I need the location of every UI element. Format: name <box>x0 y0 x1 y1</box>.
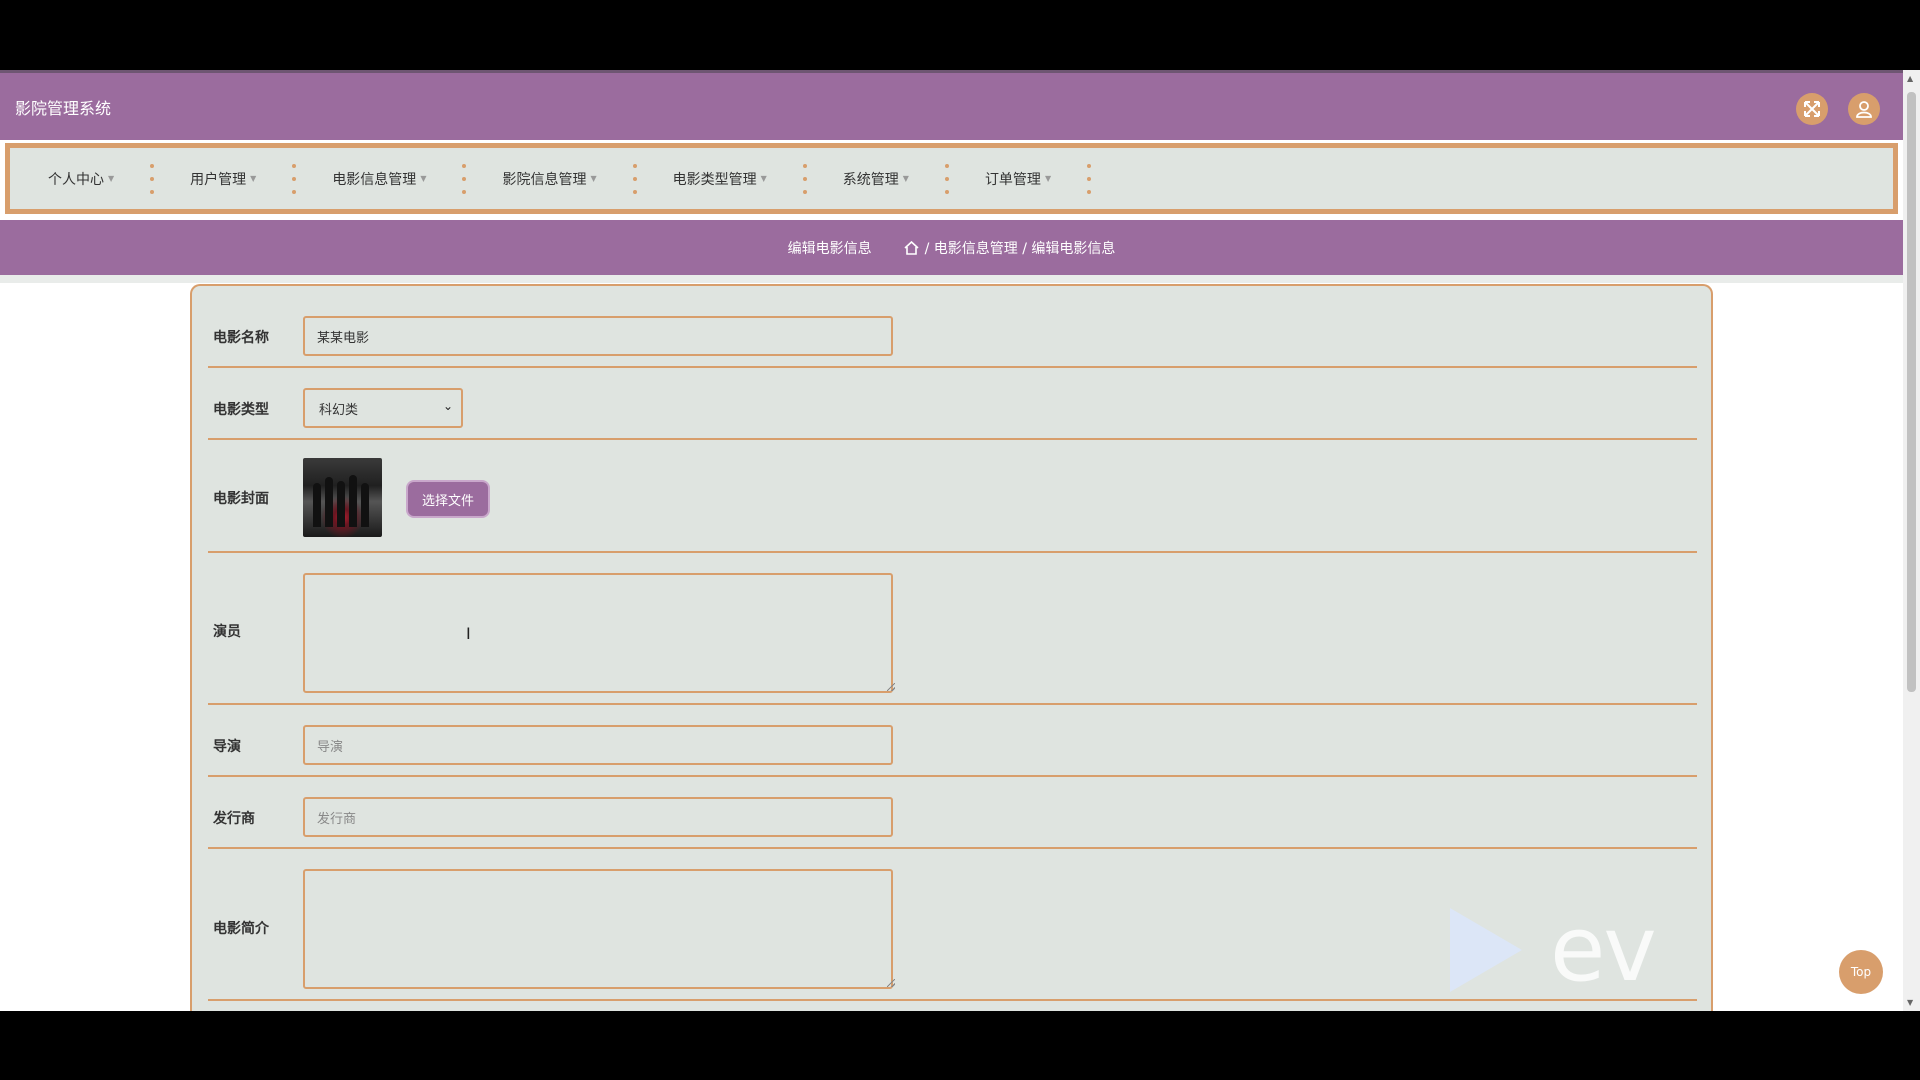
nav-label: 电影信息管理 <box>332 171 417 188</box>
page-title: 编辑电影信息 <box>787 240 872 257</box>
resize-handle[interactable] <box>887 683 895 691</box>
scrollbar-thumb[interactable] <box>1907 92 1916 692</box>
nav-separator <box>462 163 467 194</box>
breadcrumb-bar: 编辑电影信息 / 电影信息管理 / 编辑电影信息 <box>0 220 1903 275</box>
user-icon[interactable] <box>1848 93 1880 125</box>
caret-down-icon: ▼ <box>590 174 597 183</box>
publisher-label: 发行商 <box>213 811 255 827</box>
cover-image <box>303 458 382 537</box>
movie-type-select[interactable]: 科幻类 ⌄ <box>303 388 463 428</box>
nav-label: 系统管理 <box>842 171 899 188</box>
director-input[interactable]: 导演 <box>303 725 893 765</box>
form-row-movie-name: 电影名称 某某电影 <box>208 286 1697 368</box>
nav-label: 影院信息管理 <box>502 171 587 188</box>
home-icon[interactable] <box>904 240 919 255</box>
nav-separator <box>150 163 155 194</box>
nav-separator <box>632 163 637 194</box>
nav-item-cinema-info-management[interactable]: 影院信息管理 ▼ <box>484 169 614 189</box>
form-row-intro: 电影简介 <box>208 849 1697 1001</box>
nav-label: 订单管理 <box>984 171 1041 188</box>
form-row-cover: 电影封面 选择文件 <box>208 440 1697 553</box>
caret-down-icon: ▼ <box>420 174 427 183</box>
director-label: 导演 <box>213 739 241 755</box>
nav-item-personal-center[interactable]: 个人中心 ▼ <box>30 169 132 189</box>
caret-down-icon: ▼ <box>760 174 767 183</box>
intro-textarea[interactable] <box>303 869 893 989</box>
nav-item-movie-info-management[interactable]: 电影信息管理 ▼ <box>314 169 444 189</box>
divider-strip <box>0 275 1903 283</box>
cover-label: 电影封面 <box>213 491 269 507</box>
nav-item-system-management[interactable]: 系统管理 ▼ <box>825 169 927 189</box>
fullscreen-icon-glyph <box>1804 101 1820 117</box>
main-nav: 个人中心 ▼ 用户管理 ▼ 电影信息管理 ▼ 影院信息管理 ▼ 电影类型管理 ▼ 系统管理… <box>5 143 1898 214</box>
actors-textarea[interactable] <box>303 573 893 693</box>
form-row-movie-type: 电影类型 科幻类 ⌄ <box>208 368 1697 440</box>
actors-label: 演员 <box>213 624 241 640</box>
movie-type-selected: 科幻类 <box>319 402 359 418</box>
caret-down-icon: ▼ <box>250 174 257 183</box>
nav-separator <box>802 163 807 194</box>
user-icon-glyph <box>1856 101 1872 118</box>
nav-separator <box>1087 163 1092 194</box>
intro-label: 电影简介 <box>213 921 269 937</box>
form-row-publisher: 发行商 发行商 <box>208 777 1697 849</box>
nav-item-user-management[interactable]: 用户管理 ▼ <box>172 169 274 189</box>
scroll-down-icon[interactable]: ▼ <box>1907 998 1913 1007</box>
caret-down-icon: ▼ <box>108 174 115 183</box>
browser-viewport: 影院管理系统 个人中心 ▼ 用户管理 ▼ 电影信息管理 ▼ 影院信息管理 ▼ 电影类型管… <box>0 70 1920 1011</box>
resize-handle[interactable] <box>887 979 895 987</box>
nav-item-movie-type-management[interactable]: 电影类型管理 ▼ <box>655 169 785 189</box>
form-row-director: 导演 导演 <box>208 705 1697 777</box>
movie-type-label: 电影类型 <box>213 402 269 418</box>
app-title: 影院管理系统 <box>15 99 112 118</box>
fullscreen-icon[interactable] <box>1796 93 1828 125</box>
publisher-input[interactable]: 发行商 <box>303 797 893 837</box>
scroll-up-icon[interactable]: ▲ <box>1907 74 1913 83</box>
edit-movie-form: 电影名称 某某电影 电影类型 科幻类 ⌄ 电影封面 选择文件 演员 导演 导演 … <box>190 284 1713 1011</box>
caret-down-icon: ▼ <box>902 174 909 183</box>
top-header: 影院管理系统 <box>0 70 1903 140</box>
breadcrumb-path[interactable]: / 电影信息管理 / 编辑电影信息 <box>925 238 1116 258</box>
form-row-actors: 演员 <box>208 553 1697 705</box>
vertical-scrollbar[interactable]: ▲ ▼ <box>1903 70 1920 1011</box>
back-to-top-button[interactable]: Top <box>1839 950 1883 994</box>
nav-separator <box>944 163 949 194</box>
movie-name-input[interactable]: 某某电影 <box>303 316 893 356</box>
text-cursor-icon: I <box>466 624 471 643</box>
nav-label: 电影类型管理 <box>672 171 757 188</box>
nav-item-order-management[interactable]: 订单管理 ▼ <box>967 169 1069 189</box>
movie-name-label: 电影名称 <box>213 330 269 346</box>
nav-label: 个人中心 <box>48 171 104 188</box>
caret-down-icon: ▼ <box>1044 174 1052 183</box>
chevron-down-icon: ⌄ <box>442 399 453 413</box>
choose-file-button[interactable]: 选择文件 <box>408 482 488 516</box>
nav-separator <box>292 163 297 194</box>
nav-label: 用户管理 <box>190 171 247 188</box>
